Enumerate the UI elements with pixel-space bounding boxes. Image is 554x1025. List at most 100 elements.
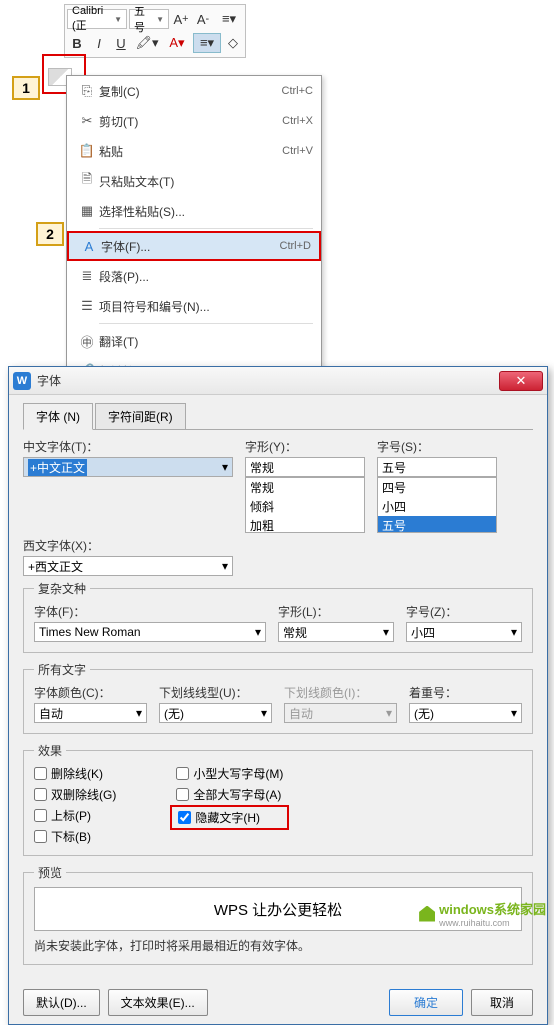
emphasis-select[interactable]: (无)▾ bbox=[409, 703, 522, 723]
chevron-down-icon: ▾ bbox=[255, 625, 261, 639]
menu-paragraph[interactable]: ≣段落(P)... bbox=[67, 261, 321, 291]
underline-color-select: 自动▾ bbox=[284, 703, 397, 723]
complex-style-label: 字形(L)： bbox=[278, 603, 394, 620]
emphasis-label: 着重号： bbox=[409, 684, 522, 701]
size-input[interactable]: 五号 bbox=[377, 457, 497, 477]
font-color-label: 字体颜色(C)： bbox=[34, 684, 147, 701]
dialog-titlebar: W 字体 ✕ bbox=[9, 367, 547, 395]
list-item[interactable]: 小四 bbox=[378, 497, 496, 516]
hidden-text-checkbox[interactable]: 隐藏文字(H) bbox=[178, 809, 281, 826]
menu-paste-special[interactable]: ▦选择性粘贴(S)... bbox=[67, 196, 321, 226]
mini-toolbar: Calibri (正▼ 五号▼ A+ A- ≡▾ B I U 🖍▾ A▾ ≡▾ … bbox=[64, 4, 246, 58]
tab-font[interactable]: 字体 (N) bbox=[23, 403, 93, 430]
shrink-font-button[interactable]: A- bbox=[193, 9, 213, 29]
all-caps-checkbox[interactable]: 全部大写字母(A) bbox=[176, 786, 283, 803]
complex-style-select[interactable]: 常规▾ bbox=[278, 622, 394, 642]
complex-fieldset: 复杂文种 字体(F)： Times New Roman▾ 字形(L)： 常规▾ … bbox=[23, 580, 533, 653]
highlight-box-3: 隐藏文字(H) bbox=[170, 805, 289, 830]
line-spacing-button[interactable]: ≡▾ bbox=[215, 9, 243, 29]
small-caps-checkbox[interactable]: 小型大写字母(M) bbox=[176, 765, 283, 782]
preview-note: 尚未安装此字体，打印时将采用最相近的有效字体。 bbox=[34, 937, 522, 954]
dialog-tabs: 字体 (N) 字符间距(R) bbox=[23, 403, 533, 430]
all-text-legend: 所有文字 bbox=[34, 661, 90, 678]
bold-button[interactable]: B bbox=[67, 33, 87, 53]
step-marker-1: 1 bbox=[12, 76, 40, 100]
menu-paste-text[interactable]: 🗎只粘贴文本(T) bbox=[67, 166, 321, 196]
chevron-down-icon: ▾ bbox=[383, 625, 389, 639]
menu-paste[interactable]: 📋粘贴Ctrl+V bbox=[67, 136, 321, 166]
menu-bullets[interactable]: ☰项目符号和编号(N)... bbox=[67, 291, 321, 321]
ok-button[interactable]: 确定 bbox=[389, 989, 463, 1016]
list-item[interactable]: 倾斜 bbox=[246, 497, 364, 516]
style-label: 字形(Y)： bbox=[245, 438, 365, 455]
style-listbox[interactable]: 常规 倾斜 加粗 bbox=[245, 477, 365, 533]
complex-font-label: 字体(F)： bbox=[34, 603, 266, 620]
cn-font-select[interactable]: +中文正文▾ bbox=[23, 457, 233, 477]
watermark-sub: www.ruihaitu.com bbox=[439, 918, 546, 928]
underline-select[interactable]: (无)▾ bbox=[159, 703, 272, 723]
highlight-button[interactable]: 🖍▾ bbox=[133, 33, 161, 53]
font-size-select[interactable]: 五号▼ bbox=[129, 9, 169, 29]
complex-font-select[interactable]: Times New Roman▾ bbox=[34, 622, 266, 642]
app-icon: W bbox=[13, 372, 31, 390]
chevron-down-icon: ▾ bbox=[511, 706, 517, 720]
subscript-checkbox[interactable]: 下标(B) bbox=[34, 828, 116, 845]
watermark-logo-icon bbox=[419, 906, 435, 922]
grow-font-button[interactable]: A+ bbox=[171, 9, 191, 29]
dialog-title: 字体 bbox=[37, 372, 499, 389]
complex-size-label: 字号(Z)： bbox=[406, 603, 522, 620]
italic-button[interactable]: I bbox=[89, 33, 109, 53]
list-item[interactable]: 五号 bbox=[378, 516, 496, 533]
menu-translate[interactable]: ㊥翻译(T) bbox=[67, 326, 321, 356]
underline-button[interactable]: U bbox=[111, 33, 131, 53]
size-label: 字号(S)： bbox=[377, 438, 497, 455]
style-input[interactable]: 常规 bbox=[245, 457, 365, 477]
effects-legend: 效果 bbox=[34, 742, 66, 759]
chevron-down-icon: ▾ bbox=[222, 460, 228, 474]
dbl-strike-checkbox[interactable]: 双删除线(G) bbox=[34, 786, 116, 803]
underline-color-label: 下划线颜色(I)： bbox=[284, 684, 397, 701]
font-color-select[interactable]: 自动▾ bbox=[34, 703, 147, 723]
paste-icon: 📋 bbox=[75, 143, 99, 159]
watermark: windows系统家园 www.ruihaitu.com bbox=[419, 899, 546, 928]
close-button[interactable]: ✕ bbox=[499, 371, 543, 391]
chevron-down-icon: ▾ bbox=[386, 706, 392, 720]
menu-cut[interactable]: ✂剪切(T)Ctrl+X bbox=[67, 106, 321, 136]
menu-separator bbox=[99, 323, 313, 324]
eraser-button[interactable]: ◇ bbox=[223, 33, 243, 53]
align-button[interactable]: ≡▾ bbox=[193, 33, 221, 53]
size-listbox[interactable]: 四号 小四 五号 bbox=[377, 477, 497, 533]
strike-checkbox[interactable]: 删除线(K) bbox=[34, 765, 116, 782]
complex-size-select[interactable]: 小四▾ bbox=[406, 622, 522, 642]
menu-separator bbox=[99, 228, 313, 229]
chevron-down-icon: ▼ bbox=[114, 15, 122, 24]
chevron-down-icon: ▾ bbox=[136, 706, 142, 720]
paste-special-icon: ▦ bbox=[75, 203, 99, 219]
en-font-select[interactable]: +西文正文▾ bbox=[23, 556, 233, 576]
complex-legend: 复杂文种 bbox=[34, 580, 90, 597]
font-name-select[interactable]: Calibri (正▼ bbox=[67, 9, 127, 29]
chevron-down-icon: ▾ bbox=[511, 625, 517, 639]
menu-copy[interactable]: ⎘复制(C)Ctrl+C bbox=[67, 76, 321, 106]
list-item[interactable]: 加粗 bbox=[246, 516, 364, 533]
underline-label: 下划线线型(U)： bbox=[159, 684, 272, 701]
default-button[interactable]: 默认(D)... bbox=[23, 989, 100, 1016]
step-marker-2: 2 bbox=[36, 222, 64, 246]
menu-font[interactable]: A字体(F)...Ctrl+D bbox=[67, 231, 321, 261]
en-font-label: 西文字体(X)： bbox=[23, 537, 233, 554]
list-item[interactable]: 四号 bbox=[378, 478, 496, 497]
copy-icon: ⎘ bbox=[75, 83, 99, 99]
font-color-button[interactable]: A▾ bbox=[163, 33, 191, 53]
effects-fieldset: 效果 删除线(K) 双删除线(G) 上标(P) 下标(B) 小型大写字母(M) … bbox=[23, 742, 533, 856]
watermark-text: windows系统家园 bbox=[439, 899, 546, 918]
superscript-checkbox[interactable]: 上标(P) bbox=[34, 807, 116, 824]
tab-spacing[interactable]: 字符间距(R) bbox=[95, 403, 186, 429]
bullets-icon: ☰ bbox=[75, 298, 99, 314]
paste-text-icon: 🗎 bbox=[75, 170, 99, 192]
font-icon: A bbox=[77, 239, 101, 254]
list-item[interactable]: 常规 bbox=[246, 478, 364, 497]
translate-icon: ㊥ bbox=[75, 332, 99, 351]
text-effect-button[interactable]: 文本效果(E)... bbox=[108, 989, 208, 1016]
paragraph-icon: ≣ bbox=[75, 268, 99, 284]
cancel-button[interactable]: 取消 bbox=[471, 989, 533, 1016]
